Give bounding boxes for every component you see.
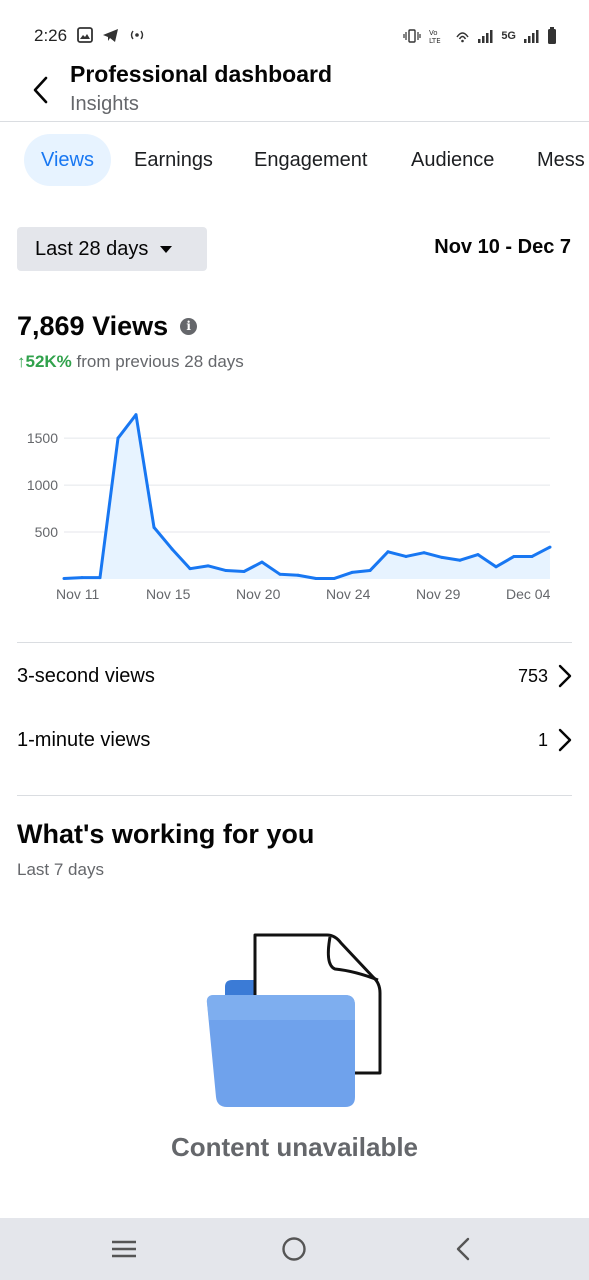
tab-engagement[interactable]: Engagement [237, 134, 384, 186]
page-title: Professional dashboard [70, 61, 333, 87]
system-nav-bar [0, 1218, 589, 1280]
app-header: Professional dashboard Insights [0, 52, 589, 122]
x-tick-label: Nov 20 [236, 586, 281, 602]
signal-icon [478, 29, 493, 43]
metric-row-1-minute-views[interactable]: 1-minute views 1 [17, 715, 572, 765]
x-tick-label: Nov 11 [56, 586, 100, 602]
divider [17, 642, 572, 643]
network-type-label: 5G [501, 29, 516, 42]
x-tick-label: Dec 04 [506, 586, 551, 602]
x-tick-label: Nov 24 [326, 586, 371, 602]
chevron-right-icon [558, 728, 572, 752]
page-subtitle: Insights [70, 93, 139, 115]
gallery-notification-icon [77, 27, 93, 43]
views-total-label: 7,869 Views [17, 311, 169, 341]
views-change: ↑52K% from previous 28 days [17, 352, 244, 372]
metric-row-3-second-views[interactable]: 3-second views 753 [17, 651, 572, 701]
chart-point [242, 569, 246, 573]
back-arrow-icon [33, 76, 48, 104]
x-tick-label: Nov 29 [416, 586, 461, 602]
chevron-right-icon [558, 664, 572, 688]
chart-point [440, 555, 444, 559]
chart-point [386, 550, 390, 554]
svg-text:Vo: Vo [429, 29, 438, 37]
views-chart: 1500 1000 500 Nov 11 Nov 15 Nov 20 Nov 24 Nov 2… [27, 413, 552, 602]
metric-label: 3-second views [17, 664, 155, 687]
chart-point [170, 547, 174, 551]
metric-label: 1-minute views [17, 728, 151, 751]
tab-bar: Views Earnings Engagement Audience Mess [0, 134, 589, 186]
y-tick-label: 1000 [27, 477, 58, 493]
date-range-dropdown-label: Last 28 days [35, 237, 149, 260]
metric-value: 753 [517, 665, 548, 686]
views-change-value: ↑52K% [17, 352, 72, 371]
chart-point [332, 577, 336, 581]
chart-point [548, 545, 552, 549]
y-tick-label: 500 [35, 524, 59, 540]
nav-back-icon [456, 1237, 470, 1261]
x-tick-label: Nov 15 [146, 586, 191, 602]
nav-back-button[interactable] [423, 1218, 503, 1280]
content-unavailable-text: Content unavailable [170, 1132, 419, 1162]
views-total: 7,869 Views i [17, 311, 198, 342]
date-range-text: Nov 10 - Dec 7 [434, 236, 571, 258]
chart-point [530, 554, 534, 558]
chart-point [224, 569, 228, 573]
chart-point [296, 573, 300, 577]
volte-icon: Vo LTE [429, 29, 441, 44]
chart-point [80, 576, 84, 580]
divider [17, 795, 572, 796]
status-bar: 2:26 Vo LTE 5G [0, 0, 589, 48]
y-tick-label: 1500 [27, 430, 58, 446]
chart-point [458, 558, 462, 562]
chart-point [278, 572, 282, 576]
date-range-dropdown[interactable]: Last 28 days [17, 227, 207, 271]
chart-point [260, 560, 264, 564]
tab-views[interactable]: Views [24, 134, 111, 186]
chart-point [116, 436, 120, 440]
chart-point [206, 564, 210, 568]
section-title: What's working for you [17, 819, 315, 849]
battery-icon [548, 27, 556, 44]
metric-value: 1 [537, 729, 548, 750]
recent-apps-icon [112, 1240, 136, 1258]
chart-point [134, 413, 138, 417]
hotspot-icon [130, 30, 144, 40]
back-button[interactable] [24, 72, 56, 108]
header-divider [0, 121, 589, 122]
home-button[interactable] [254, 1218, 334, 1280]
wifi-calling-icon [456, 31, 469, 42]
chart-point [152, 525, 156, 529]
tab-audience[interactable]: Audience [394, 134, 511, 186]
tab-messages[interactable]: Mess [520, 134, 589, 186]
chart-point [188, 567, 192, 571]
chart-point [350, 570, 354, 574]
section-subtitle: Last 7 days [17, 860, 104, 879]
svg-text:LTE: LTE [429, 37, 441, 44]
chart-point [422, 551, 426, 555]
chart-point [404, 554, 408, 558]
signal-2-icon [524, 29, 539, 43]
chart-point [62, 577, 66, 581]
recent-apps-button[interactable] [84, 1218, 164, 1280]
chart-point [494, 565, 498, 569]
chart-point [98, 576, 102, 580]
vibrate-icon [403, 28, 421, 43]
info-icon[interactable]: i [180, 318, 198, 335]
chart-point [476, 553, 480, 557]
empty-folder-icon [206, 933, 382, 1107]
caret-down-icon [160, 245, 173, 253]
chart-point [512, 554, 516, 558]
home-icon [282, 1237, 306, 1261]
chart-point [314, 577, 318, 581]
views-change-text: from previous 28 days [71, 352, 244, 371]
chart-point [368, 569, 372, 573]
status-time: 2:26 [34, 26, 68, 45]
tab-earnings[interactable]: Earnings [117, 134, 230, 186]
telegram-notification-icon [103, 28, 118, 42]
